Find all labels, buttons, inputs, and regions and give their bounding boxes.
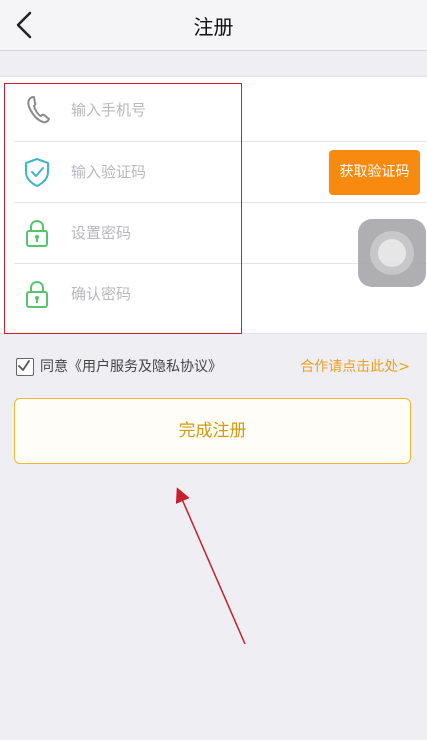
assistive-touch-button[interactable] — [358, 219, 426, 287]
set-password-input[interactable] — [71, 203, 311, 263]
lock-icon — [26, 219, 48, 247]
lock-icon — [26, 280, 48, 308]
checkmark-icon — [18, 360, 30, 371]
confirm-password-input[interactable] — [71, 264, 311, 324]
agreement-text[interactable]: 同意《用户服务及隐私协议》 — [40, 356, 222, 376]
phone-input[interactable] — [71, 80, 311, 140]
shield-check-icon — [25, 158, 49, 187]
verification-code-input[interactable] — [71, 142, 311, 202]
agreement-checkbox[interactable] — [16, 358, 34, 376]
phone-icon — [27, 96, 50, 124]
registration-form — [0, 76, 427, 334]
get-code-button[interactable]: 获取验证码 — [329, 150, 420, 195]
complete-registration-button[interactable]: 完成注册 — [14, 398, 411, 464]
assistive-touch-dot — [378, 239, 406, 267]
page-title: 注册 — [193, 15, 234, 39]
navigation-bar: 注册 — [0, 0, 427, 51]
phone-row — [14, 80, 427, 140]
cooperation-link[interactable]: 合作请点击此处> — [300, 356, 410, 376]
